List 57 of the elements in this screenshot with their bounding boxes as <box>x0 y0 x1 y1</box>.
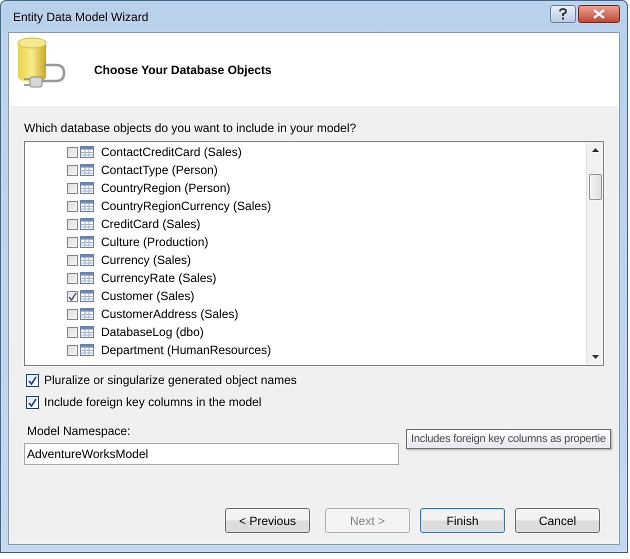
table-icon <box>80 272 94 284</box>
table-list-item[interactable]: CountryRegion (Person) <box>67 179 586 197</box>
table-list-item[interactable]: CountryRegionCurrency (Sales) <box>67 197 586 215</box>
table-icon <box>80 254 94 266</box>
window-title: Entity Data Model Wizard <box>12 10 148 24</box>
table-list-item[interactable]: CustomerAddress (Sales) <box>67 305 586 323</box>
table-icon <box>80 326 94 338</box>
checkbox[interactable] <box>67 218 78 230</box>
table-list-item[interactable]: Culture (Production) <box>67 233 586 251</box>
checkbox[interactable] <box>67 236 78 248</box>
checkbox[interactable] <box>67 290 78 302</box>
checkbox[interactable] <box>67 164 78 176</box>
namespace-input[interactable]: AdventureWorksModel <box>24 443 399 465</box>
table-icon <box>80 290 94 302</box>
table-list-item[interactable]: Customer (Sales) <box>67 287 586 305</box>
checkbox[interactable] <box>67 254 78 266</box>
table-list-item[interactable]: ContactType (Person) <box>67 161 586 179</box>
table-icon <box>80 146 94 158</box>
namespace-label: Model Namespace: <box>27 424 132 438</box>
scrollbar[interactable] <box>586 142 603 365</box>
help-button[interactable] <box>550 4 576 22</box>
table-icon <box>80 164 94 176</box>
table-list-item[interactable]: ContactCreditCard (Sales) <box>67 143 586 161</box>
wizard-button[interactable]: < Previous <box>225 508 310 533</box>
wizard-button[interactable]: Finish <box>420 508 505 533</box>
check-icon <box>28 376 37 384</box>
table-icon <box>80 200 94 212</box>
option-checkbox[interactable]: Include foreign key columns in the model <box>26 395 604 409</box>
checkbox[interactable] <box>67 344 78 356</box>
page-title: Choose Your Database Objects <box>94 62 272 76</box>
table-icon <box>80 308 94 320</box>
wizard-button[interactable]: Cancel <box>515 508 600 533</box>
table-list-item[interactable]: DatabaseLog (dbo) <box>67 323 586 341</box>
tooltip: Includes foreign key columns as propertie <box>406 429 611 449</box>
table-icon <box>80 344 94 356</box>
checkbox[interactable] <box>67 272 78 284</box>
up-arrow-icon <box>592 148 598 152</box>
table-list-item[interactable]: CreditCard (Sales) <box>67 215 586 233</box>
check-icon <box>28 398 37 406</box>
table-icon <box>80 182 94 194</box>
scroll-thumb[interactable] <box>588 174 602 200</box>
help-icon <box>558 8 568 20</box>
prompt-label: Which database objects do you want to include in your model? <box>24 121 358 135</box>
checkbox[interactable] <box>67 308 78 320</box>
checkbox[interactable] <box>67 326 78 338</box>
option-checkbox[interactable]: Pluralize or singularize generated object names <box>26 373 604 387</box>
table-list-item[interactable]: Department (HumanResources) <box>67 341 586 359</box>
down-arrow-icon <box>592 355 598 359</box>
close-button[interactable] <box>578 4 620 22</box>
table-list-item[interactable]: Currency (Sales) <box>67 251 586 269</box>
checkbox[interactable] <box>67 200 78 212</box>
close-icon <box>593 8 605 18</box>
table-icon <box>80 236 94 248</box>
table-icon <box>80 218 94 230</box>
table-list-item[interactable]: CurrencyRate (Sales) <box>67 269 586 287</box>
checkbox[interactable] <box>67 182 78 194</box>
checkbox[interactable] <box>67 146 78 158</box>
